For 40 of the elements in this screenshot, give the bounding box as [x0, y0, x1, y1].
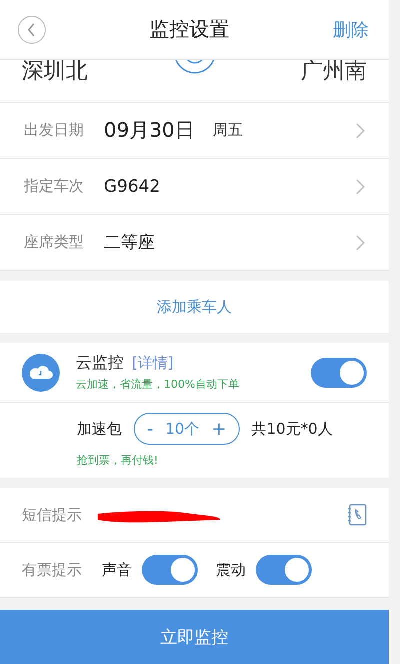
chevron-left-icon	[27, 22, 37, 36]
contact-book-icon[interactable]	[347, 504, 367, 526]
field-value: 09月30日	[104, 117, 195, 144]
plus-button[interactable]: +	[208, 418, 231, 440]
sms-label: 短信提示	[22, 506, 83, 524]
cloud-monitor-subtitle: 云加速，省流量，100%自动下单	[76, 377, 240, 392]
quantity-value: 10个	[166, 420, 200, 438]
cloud-icon	[22, 354, 60, 392]
toggle-switch[interactable]	[311, 358, 367, 388]
field-label: 座席类型	[24, 233, 85, 252]
total-price: 共10元*0人	[252, 420, 333, 438]
toggle-switch[interactable]	[142, 555, 198, 585]
details-link[interactable]: [详情]	[132, 354, 174, 372]
add-passenger-button[interactable]: 添加乘车人	[0, 281, 389, 333]
field-label: 出发日期	[24, 121, 85, 140]
payment-note: 抢到票，再付钱!	[77, 453, 160, 468]
quantity-stepper[interactable]: - 10个 +	[134, 413, 240, 445]
cloud-monitor-title: 云监控	[76, 353, 124, 372]
detail-row[interactable]: 座席类型 二等座	[0, 215, 389, 271]
field-label: 指定车次	[24, 177, 85, 196]
detail-row[interactable]: 出发日期 09月30日 周五	[0, 103, 389, 159]
page-title: 监控设置	[150, 16, 230, 43]
alert-option-label: 震动	[216, 560, 246, 580]
ticket-alert-label: 有票提示	[22, 560, 83, 580]
chevron-icon	[356, 178, 365, 194]
delete-button[interactable]: 删除	[333, 18, 369, 42]
detail-row[interactable]: 指定车次 G9642	[0, 159, 389, 215]
arrival-station: 广州南	[301, 60, 367, 84]
chevron-icon	[356, 122, 365, 138]
weekday-text: 周五	[212, 121, 243, 140]
toggle-switch[interactable]	[256, 555, 312, 585]
back-button[interactable]	[18, 16, 46, 44]
field-value: 二等座	[104, 232, 155, 254]
package-label: 加速包	[77, 420, 122, 438]
chevron-icon	[356, 234, 365, 250]
alert-option-label: 声音	[102, 560, 132, 580]
start-monitoring-button[interactable]: 立即监控	[0, 610, 389, 664]
minus-button[interactable]: -	[143, 418, 158, 440]
departure-station: 深圳北	[22, 60, 88, 84]
field-value: G9642	[104, 176, 160, 196]
